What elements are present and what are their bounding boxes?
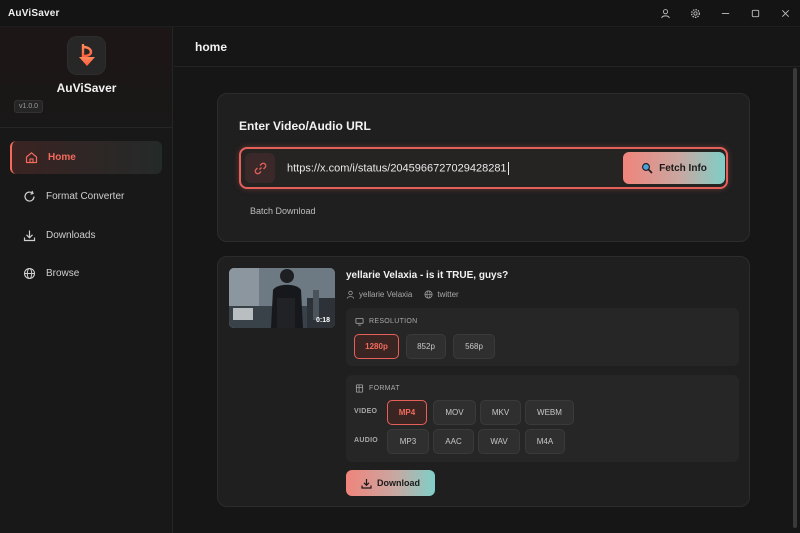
video-author: yellarie Velaxia (359, 290, 413, 299)
sidebar-item-label: Browse (46, 268, 80, 279)
app-name: AuViSaver (56, 81, 117, 95)
logo-icon (78, 43, 95, 66)
video-meta: yellarie Velaxia twitter (346, 290, 459, 299)
search-icon (641, 162, 653, 174)
video-duration: 0:18 (315, 317, 330, 324)
format-heading: FORMAT (355, 384, 400, 393)
user-icon (346, 290, 355, 299)
format-option-mp3[interactable]: MP3 (387, 429, 429, 454)
audio-row-label: AUDIO (354, 437, 379, 444)
page-header: home (174, 27, 800, 67)
resolution-option-1280p[interactable]: 1280p (354, 334, 399, 359)
resolution-option-568p[interactable]: 568p (453, 334, 495, 359)
sidebar: AuViSaver v1.0.0 Home Format Converter D… (0, 27, 173, 533)
close-icon[interactable] (770, 0, 800, 27)
page-title: home (195, 40, 228, 54)
download-button[interactable]: Download (346, 470, 435, 496)
format-option-wav[interactable]: WAV (478, 429, 520, 454)
url-input[interactable]: https://x.com/i/status/20459667270294282… (287, 162, 509, 175)
resolution-option-852p[interactable]: 852p (406, 334, 446, 359)
format-panel: FORMAT VIDEO MP4 MOV MKV WEBM AUDIO MP3 … (346, 375, 739, 462)
download-icon (22, 229, 36, 243)
sidebar-item-label: Downloads (46, 230, 96, 241)
video-title: yellarie Velaxia - is it TRUE, guys? (346, 270, 509, 281)
media-result-card: 0:18 yellarie Velaxia - is it TRUE, guys… (217, 256, 750, 507)
window-title: AuViSaver (8, 7, 60, 19)
format-option-aac[interactable]: AAC (433, 429, 474, 454)
video-platform: twitter (437, 290, 459, 299)
refresh-icon (22, 190, 36, 204)
download-icon (361, 478, 372, 489)
app-logo (68, 37, 105, 74)
globe-icon (424, 290, 433, 299)
sidebar-item-label: Home (48, 152, 76, 163)
version-badge: v1.0.0 (14, 100, 44, 113)
format-option-webm[interactable]: WEBM (525, 400, 574, 425)
resolution-panel: RESOLUTION 1280p 852p 568p (346, 308, 739, 366)
batch-download-link[interactable]: Batch Download (250, 206, 316, 216)
video-row-label: VIDEO (354, 408, 378, 415)
url-input-value: https://x.com/i/status/20459667270294282… (287, 162, 507, 175)
sidebar-item-label: Format Converter (46, 191, 125, 202)
globe-icon (22, 267, 36, 281)
sidebar-item-format-converter[interactable]: Format Converter (10, 180, 162, 213)
sidebar-item-downloads[interactable]: Downloads (10, 219, 162, 252)
sidebar-item-home[interactable]: Home (10, 141, 162, 174)
scrollbar[interactable] (793, 68, 797, 528)
title-bar: AuViSaver (0, 0, 800, 27)
user-icon[interactable] (650, 0, 680, 27)
resolution-label: RESOLUTION (369, 318, 418, 325)
minimize-icon[interactable] (710, 0, 740, 27)
video-thumbnail[interactable]: 0:18 (229, 268, 335, 328)
url-input-box[interactable]: https://x.com/i/status/20459667270294282… (239, 147, 728, 189)
home-icon (24, 151, 38, 165)
gear-icon[interactable] (680, 0, 710, 27)
format-label: FORMAT (369, 385, 400, 392)
format-option-mkv[interactable]: MKV (480, 400, 521, 425)
link-icon[interactable] (245, 153, 275, 183)
format-option-mov[interactable]: MOV (433, 400, 476, 425)
text-cursor (507, 162, 509, 175)
file-icon (355, 384, 364, 393)
url-input-card: Enter Video/Audio URL https://x.com/i/st… (217, 93, 750, 242)
resolution-heading: RESOLUTION (355, 317, 418, 326)
format-option-mp4[interactable]: MP4 (387, 400, 427, 425)
monitor-icon (355, 317, 364, 326)
download-label: Download (377, 478, 420, 488)
fetch-info-label: Fetch Info (659, 162, 707, 174)
sidebar-item-browse[interactable]: Browse (10, 257, 162, 290)
sidebar-divider (0, 127, 172, 128)
maximize-icon[interactable] (740, 0, 770, 27)
url-section-title: Enter Video/Audio URL (239, 119, 371, 133)
format-option-m4a[interactable]: M4A (525, 429, 565, 454)
fetch-info-button[interactable]: Fetch Info (623, 152, 725, 184)
